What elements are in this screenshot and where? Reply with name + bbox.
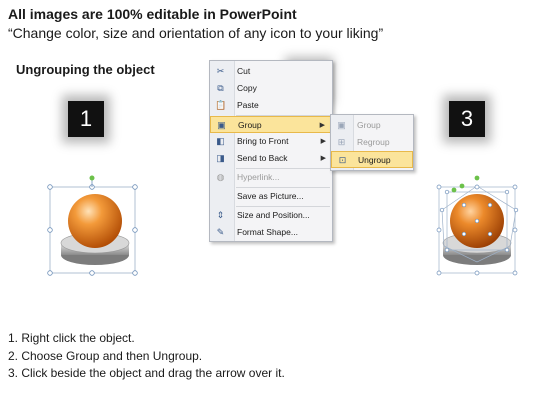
menu-item-label: Copy: [237, 83, 257, 93]
submenu-arrow-icon: ▶: [319, 122, 325, 129]
menu-item-label: Send to Back: [237, 153, 288, 163]
submenu-arrow-icon: ▶: [320, 138, 326, 145]
send-to-back-icon: ◨: [216, 153, 225, 163]
menu-item-size-and-position[interactable]: ⇕ Size and Position...: [210, 207, 332, 224]
format-shape-icon: ✎: [216, 227, 225, 237]
instruction-list: 1. Right click the object. 2. Choose Gro…: [8, 330, 285, 383]
paste-icon: 📋: [215, 100, 227, 110]
menu-item-label: Format Shape...: [237, 227, 298, 237]
group-icon: ▣: [337, 120, 346, 130]
instruction-step: 3. Click beside the object and drag the …: [8, 366, 285, 380]
size-position-icon: ⇕: [216, 210, 225, 220]
rotation-handle[interactable]: [89, 175, 95, 181]
scissors-icon: ✂: [216, 66, 225, 76]
ungroup-icon: ⊡: [338, 155, 347, 165]
submenu-item-group: ▣ Group: [331, 117, 413, 134]
menu-item-hyperlink: ◍ Hyperlink...: [210, 169, 332, 186]
submenu-item-ungroup[interactable]: ⊡ Ungroup: [331, 151, 413, 168]
menu-item-label: Bring to Front: [237, 136, 289, 146]
regroup-icon: ⊞: [337, 137, 346, 147]
menu-item-bring-to-front[interactable]: ◧ Bring to Front ▶: [210, 133, 332, 150]
menu-item-cut[interactable]: ✂ Cut: [210, 63, 332, 80]
menu-item-label: Group: [238, 120, 262, 130]
context-menu: ✂ Cut ⧉ Copy 📋 Paste ▣ Group ▶ ◧ Bring t…: [209, 60, 333, 242]
page-subtitle: “Change color, size and orientation of a…: [8, 25, 384, 41]
rotation-handles[interactable]: [451, 175, 480, 193]
instruction-step: 1. Right click the object.: [8, 331, 135, 345]
menu-item-label: Cut: [237, 66, 251, 76]
menu-item-copy[interactable]: ⧉ Copy: [210, 80, 332, 97]
menu-item-group[interactable]: ▣ Group ▶: [210, 116, 332, 133]
grouped-sphere-object[interactable]: [45, 170, 145, 280]
menu-item-format-shape[interactable]: ✎ Format Shape...: [210, 224, 332, 241]
ungrouped-sphere-object[interactable]: [434, 170, 544, 280]
menu-item-label: Paste: [237, 100, 259, 110]
instruction-step: 2. Choose Group and then Ungroup.: [8, 348, 203, 363]
copy-icon: ⧉: [217, 83, 224, 93]
section-title: Ungrouping the object: [16, 62, 155, 77]
globe-icon: ◍: [216, 172, 225, 182]
submenu-arrow-icon: ▶: [320, 155, 326, 162]
orange-sphere: [68, 194, 122, 248]
submenu-item-label: Group: [357, 120, 381, 130]
step-box-3: 3: [449, 101, 485, 137]
menu-item-label: Size and Position...: [237, 210, 310, 220]
group-submenu: ▣ Group ⊞ Regroup ⊡ Ungroup: [330, 114, 414, 171]
bring-to-front-icon: ◧: [216, 136, 225, 146]
menu-item-paste[interactable]: 📋 Paste: [210, 97, 332, 114]
step-box-1: 1: [68, 101, 104, 137]
menu-item-save-as-picture[interactable]: Save as Picture...: [210, 188, 332, 205]
menu-item-send-to-back[interactable]: ◨ Send to Back ▶: [210, 150, 332, 167]
menu-item-label: Save as Picture...: [237, 191, 304, 201]
submenu-item-label: Ungroup: [358, 155, 391, 165]
menu-item-label: Hyperlink...: [237, 172, 280, 182]
submenu-item-label: Regroup: [357, 137, 390, 147]
submenu-item-regroup: ⊞ Regroup: [331, 134, 413, 151]
group-icon: ▣: [217, 120, 226, 130]
page-title: All images are 100% editable in PowerPoi…: [8, 6, 297, 22]
